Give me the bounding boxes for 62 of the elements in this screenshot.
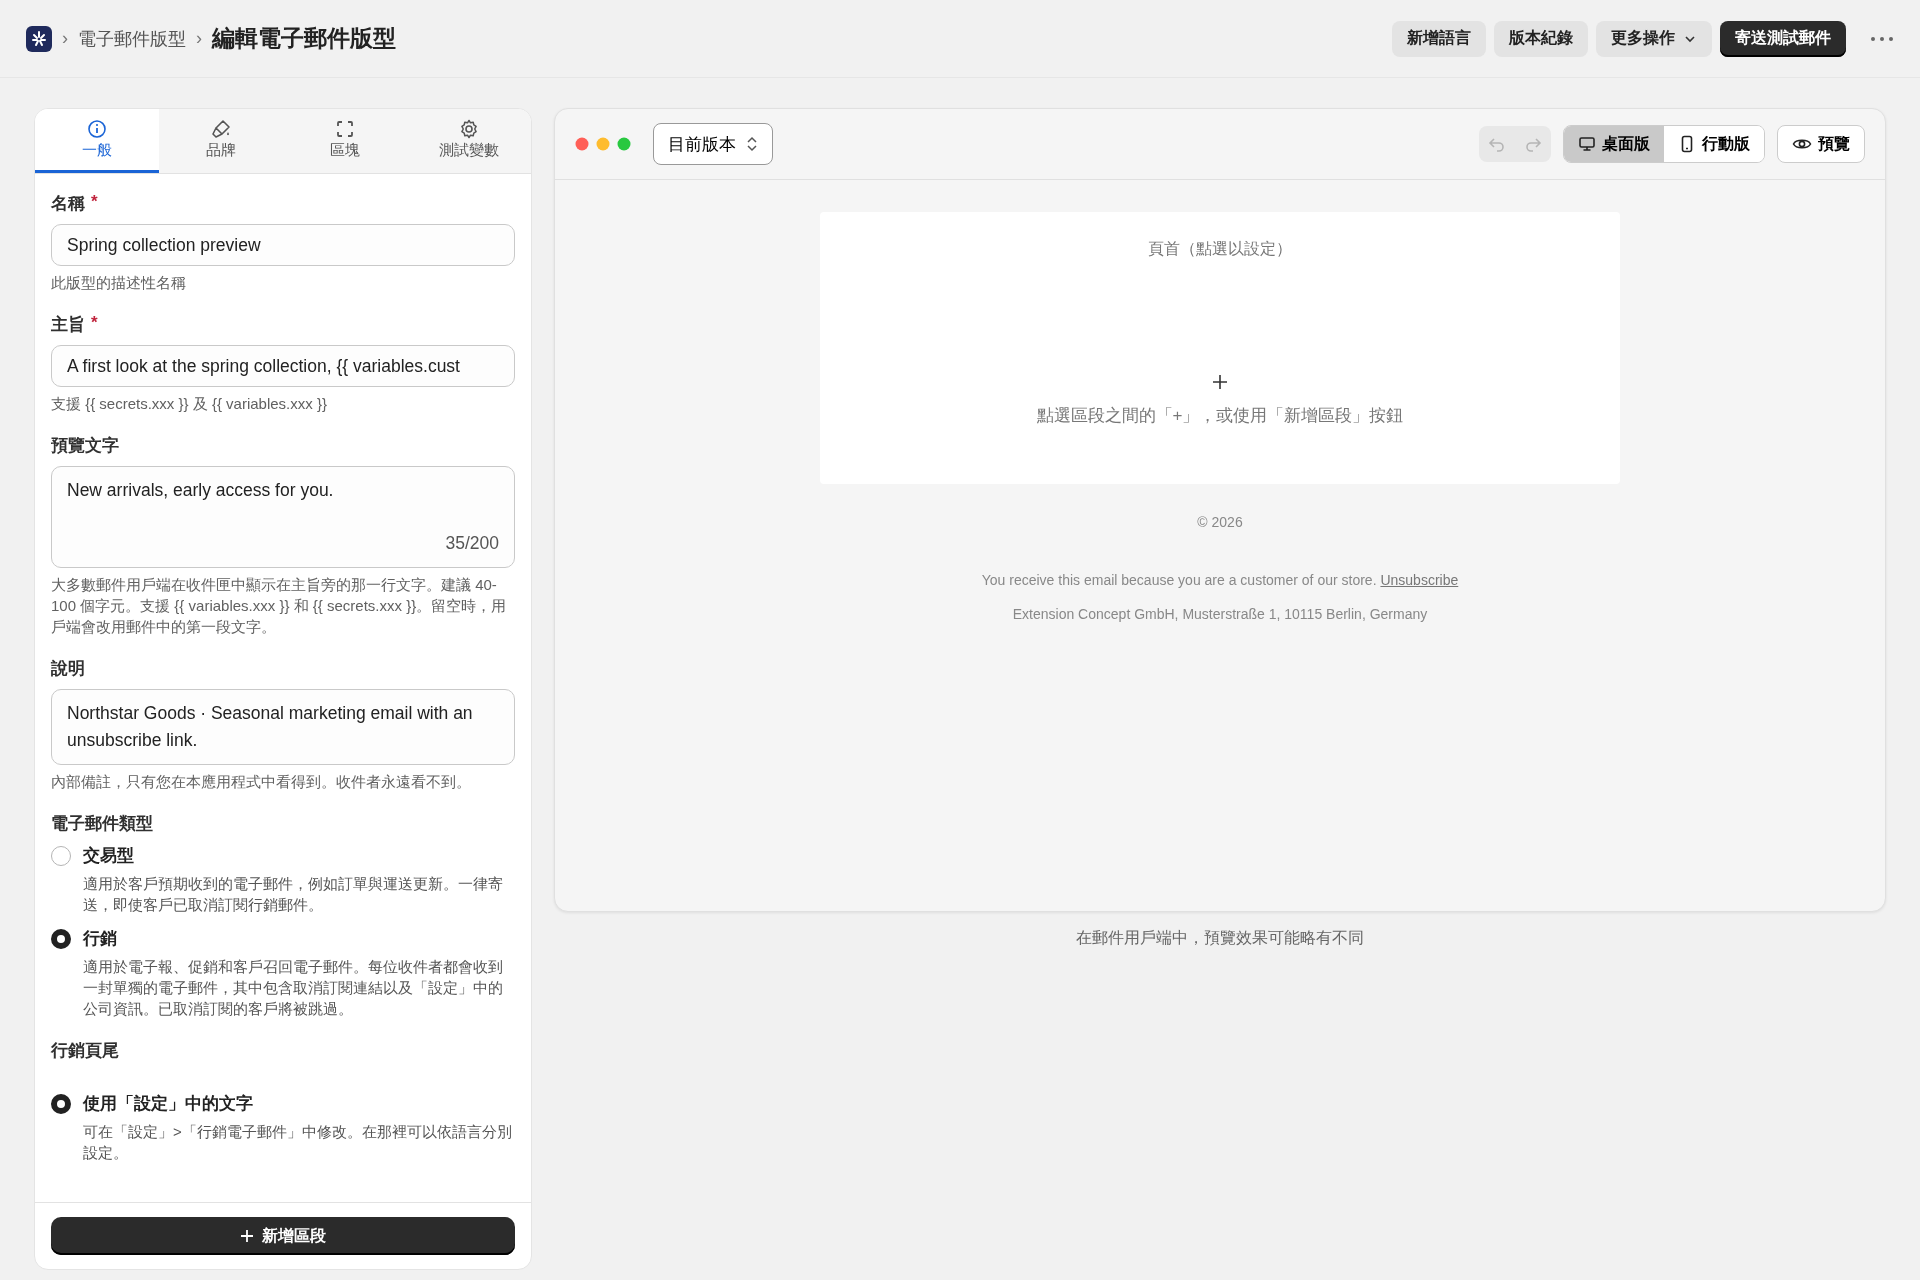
radio-button[interactable] (51, 1093, 71, 1114)
more-icon[interactable] (1870, 35, 1894, 42)
address-text: Extension Concept GmbH, Musterstraße 1, 10115 Berlin, Germany (1012, 606, 1428, 622)
field-label: 說明 (51, 658, 85, 680)
header-button[interactable]: 寄送測試郵件 (1720, 20, 1846, 57)
option-description: 適用於客戶預期收到的電子郵件，例如訂單與運送更新。一律寄送，即使客戶已取消訂閱行銷郵件。 (83, 874, 504, 915)
window-controls-icon (575, 137, 631, 151)
breadcrumb-separator: › (196, 28, 202, 49)
preview-caption: 在郵件用戶端中，預覽效果可能略有不同 (1075, 928, 1365, 948)
info-icon (87, 119, 107, 139)
help-text: 此版型的描述性名稱 (51, 273, 187, 293)
frame-icon (335, 119, 355, 139)
subject-input[interactable]: A first look at the spring collection, {{ variables.cust (51, 345, 515, 387)
name-input[interactable]: Spring collection preview (51, 224, 515, 266)
help-text: 內部備註，只有您在本應用程式中看得到。收件者永遠看不到。 (51, 772, 472, 792)
preview-button[interactable]: 預覽 (1777, 125, 1865, 163)
help-text: 大多數郵件用戶端在收件匣中顯示在主旨旁的那一行文字。建議 40-100 個字元。支援 {{ variables.xxx }} 和 {{ secrets.xxx }}。留空時，用戶端會改用郵件中的第一段文字。 (51, 575, 508, 637)
radio-label: 交易型 (83, 845, 134, 867)
brush-icon (211, 119, 231, 139)
field-label: 預覽文字 (51, 435, 119, 457)
redo-icon (1524, 135, 1542, 153)
section-label: 電子郵件類型 (51, 813, 153, 835)
required-mark: * (91, 313, 98, 334)
preview-text-field[interactable]: New arrivals, early access for you. 35/200 (51, 466, 515, 568)
required-mark: * (91, 192, 98, 213)
radio-label: 使用「設定」中的文字 (83, 1093, 253, 1115)
eye-icon (1792, 136, 1812, 152)
version-select[interactable]: 目前版本 (653, 123, 773, 165)
page-title: 編輯電子郵件版型 (212, 24, 396, 53)
tab[interactable]: 品牌 (159, 109, 283, 173)
chevron-up-down-icon (746, 135, 758, 153)
app-logo-icon[interactable] (26, 25, 52, 52)
settings-icon (459, 119, 479, 139)
description-field[interactable]: Northstar Goods · Seasonal marketing email with an unsubscribe link. (51, 689, 515, 765)
radio-button[interactable] (51, 845, 71, 866)
radio-label: 行銷 (83, 928, 117, 950)
tab[interactable]: 區塊 (283, 109, 407, 173)
header-placeholder[interactable]: 頁首（點選以設定） (1148, 239, 1292, 260)
add-section-button[interactable]: 新增區段 (51, 1217, 515, 1255)
unsubscribe-link[interactable]: Unsubscribe (1380, 572, 1459, 588)
tab[interactable]: 一般 (35, 109, 159, 173)
help-text: 支援 {{ secrets.xxx }} 及 {{ variables.xxx }} (51, 394, 328, 414)
plus-icon[interactable] (1212, 374, 1228, 390)
footer-text: You receive this email because you are a customer of our store. (981, 572, 1377, 588)
field-label: 名稱 (51, 193, 85, 215)
radio-button[interactable] (51, 928, 71, 949)
monitor-icon (1578, 135, 1596, 153)
breadcrumb-separator: › (62, 28, 68, 49)
empty-hint: 點選區段之間的「+」，或使用「新增區段」按鈕 (1036, 405, 1404, 427)
option-description: 適用於電子報、促銷和客戶召回電子郵件。每位收件者都會收到一封單獨的電子郵件，其中包含取消訂閱連結以及「設定」中的公司資訊。已取消訂閱的客戶將被跳過。 (83, 957, 504, 1019)
section-label: 行銷頁尾 (51, 1040, 119, 1062)
device-toggle[interactable]: 桌面版 (1564, 126, 1664, 162)
option-description: 可在「設定」>「行銷電子郵件」中修改。在那裡可以依語言分別設定。 (83, 1122, 513, 1163)
header-button[interactable]: 更多操作 (1596, 20, 1712, 57)
tab[interactable]: 測試變數 (407, 109, 531, 173)
copyright-text: © 2026 (1197, 514, 1243, 530)
header-button[interactable]: 版本紀錄 (1494, 20, 1588, 57)
breadcrumb-link[interactable]: 電子郵件版型 (78, 26, 186, 51)
plus-icon (240, 1229, 254, 1243)
field-label: 主旨 (51, 314, 85, 336)
undo-icon (1488, 135, 1506, 153)
header-button[interactable]: 新增語言 (1392, 20, 1486, 57)
